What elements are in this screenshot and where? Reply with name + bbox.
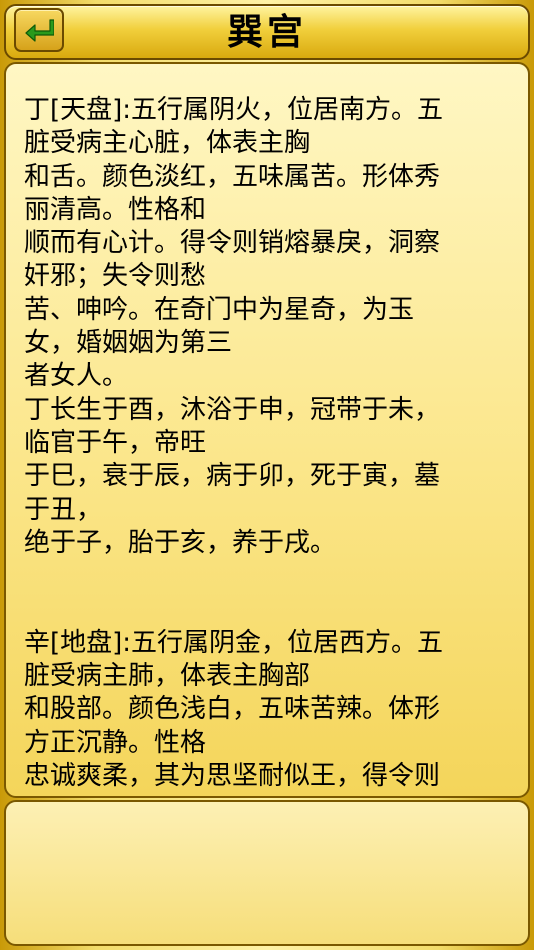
page-title: 巽宫 [226, 11, 307, 53]
content-panel[interactable]: 丁[天盘]:五行属阴火，位居南方。五 脏受病主心脏，体表主胸 和舌。颜色淡红，五… [4, 62, 530, 798]
bottom-panel [4, 800, 530, 946]
content-text: 丁[天盘]:五行属阴火，位居南方。五 脏受病主心脏，体表主胸 和舌。颜色淡红，五… [24, 95, 444, 791]
